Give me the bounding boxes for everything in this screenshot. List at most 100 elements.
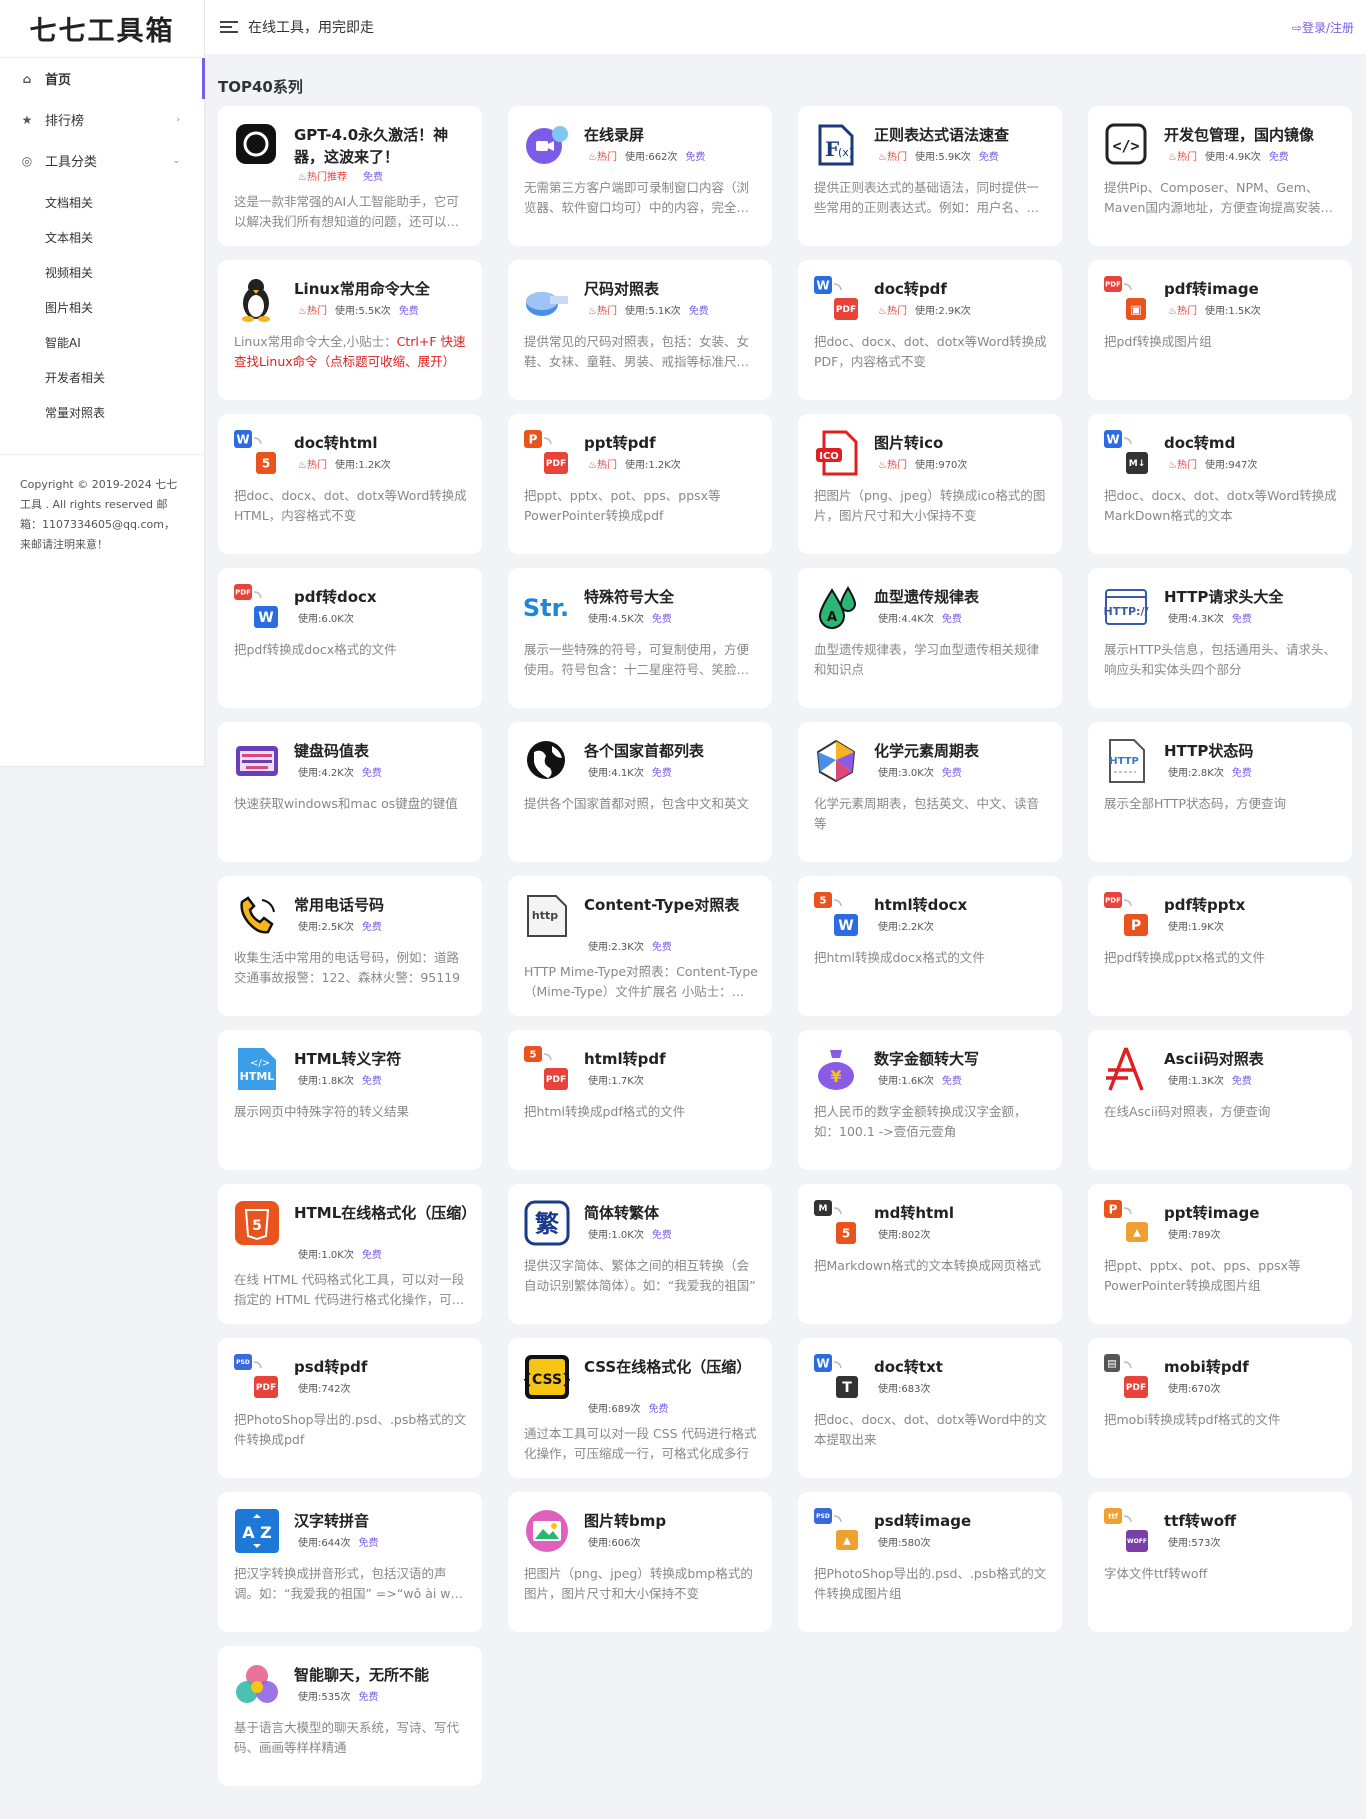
tool-title[interactable]: 简体转繁体 bbox=[584, 1202, 762, 1224]
tool-card[interactable]: 繁 简体转繁体 使用:1.0K次 免费 提供汉字简体、繁体之间的相互转换（会自动识别繁体… bbox=[508, 1184, 772, 1324]
tool-title[interactable]: CSS在线格式化（压缩） bbox=[584, 1356, 762, 1378]
tool-title[interactable]: 智能聊天，无所不能 bbox=[294, 1664, 472, 1686]
tool-description: 展示全部HTTP状态码，方便查询 bbox=[1104, 796, 1286, 811]
tool-title[interactable]: GPT-4.0永久激活！神器，这波来了！ bbox=[294, 124, 472, 168]
tool-title[interactable]: pdf转image bbox=[1164, 278, 1342, 300]
tool-meta: 使用:789次 bbox=[1168, 1226, 1220, 1241]
tool-card[interactable]: P PDF ppt转pdf ♨热门 使用:1.2K次 把ppt、pptx、pot、pps、… bbox=[508, 414, 772, 554]
sidebar-sub-item[interactable]: 图片相关 bbox=[0, 290, 204, 325]
tool-card[interactable]: HTTP HTTP状态码 使用:2.8K次 免费 展示全部HTTP状态码，方便查询 bbox=[1088, 722, 1352, 862]
sidebar-sub-item[interactable]: 文本相关 bbox=[0, 220, 204, 255]
tool-card[interactable]: 在线录屏 ♨热门 使用:662次 免费 无需第三方客户端即可录制窗口内容（浏览器、软件窗… bbox=[508, 106, 772, 246]
tool-title[interactable]: html转docx bbox=[874, 894, 1052, 916]
tool-card[interactable]: 化学元素周期表 使用:3.0K次 免费 化学元素周期表，包括英文、中文、读音等 bbox=[798, 722, 1062, 862]
tool-card[interactable]: Ascii码对照表 使用:1.3K次 免费 在线Ascii码对照表，方便查询 bbox=[1088, 1030, 1352, 1170]
tool-card[interactable]: ¥ 数字金额转大写 使用:1.6K次 免费 把人民币的数字金额转换成汉字金额，如：100… bbox=[798, 1030, 1062, 1170]
tool-card[interactable]: PSD ▲ psd转image 使用:580次 把PhotoShop导出的.psd、.p… bbox=[798, 1492, 1062, 1632]
tool-card[interactable]: GPT-4.0永久激活！神器，这波来了！ ♨热门推荐 免费 这是一款非常强的AI人工智… bbox=[218, 106, 482, 246]
tool-title[interactable]: mobi转pdf bbox=[1164, 1356, 1342, 1378]
tool-card[interactable]: 常用电话号码 使用:2.5K次 免费 收集生活中常用的电话号码，例如：道路交通事故报警… bbox=[218, 876, 482, 1016]
sidebar-sub-item[interactable]: 常量对照表 bbox=[0, 395, 204, 430]
tool-title[interactable]: HTTP请求头大全 bbox=[1164, 586, 1342, 608]
svg-text:PDF: PDF bbox=[546, 459, 566, 469]
tool-title[interactable]: 特殊符号大全 bbox=[584, 586, 762, 608]
tool-title[interactable]: 图片转bmp bbox=[584, 1510, 762, 1532]
tool-title[interactable]: 开发包管理，国内镜像 bbox=[1164, 124, 1342, 146]
tool-card[interactable]: PDF Wpdf转docx 使用:6.0K次 把pdf转换成docx格式的文件 bbox=[218, 568, 482, 708]
tool-title[interactable]: Linux常用命令大全 bbox=[294, 278, 472, 300]
tool-card[interactable]: P ▲ ppt转image 使用:789次 把ppt、pptx、pot、pps、ppsx… bbox=[1088, 1184, 1352, 1324]
tool-card[interactable]: A Z 汉字转拼音 使用:644次 免费 把汉字转换成拼音形式，包括汉语的声调。如：“我… bbox=[218, 1492, 482, 1632]
tool-title[interactable]: 化学元素周期表 bbox=[874, 740, 1052, 762]
sidebar-sub-item[interactable]: 视频相关 bbox=[0, 255, 204, 290]
tool-card[interactable]: 键盘码值表 使用:4.2K次 免费 快速获取windows和mac os键盘的键值 bbox=[218, 722, 482, 862]
tool-card[interactable]: PSD PDF psd转pdf 使用:742次 把PhotoShop导出的.psd、.p… bbox=[218, 1338, 482, 1478]
tool-card[interactable]: 5 PDF html转pdf 使用:1.7K次 把html转换成pdf格式的文件 bbox=[508, 1030, 772, 1170]
tool-title[interactable]: 数字金额转大写 bbox=[874, 1048, 1052, 1070]
tool-title[interactable]: pdf转docx bbox=[294, 586, 472, 608]
tool-title[interactable]: Ascii码对照表 bbox=[1164, 1048, 1342, 1070]
login-register-link[interactable]: ⇨登录/注册 bbox=[1292, 19, 1354, 36]
tool-title[interactable]: ppt转image bbox=[1164, 1202, 1342, 1224]
nav-ranking[interactable]: ★ 排行榜 › bbox=[0, 99, 204, 140]
tool-title[interactable]: psd转pdf bbox=[294, 1356, 472, 1378]
tool-card[interactable]: HTML </> HTML转义字符 使用:1.8K次 免费 展示网页中特殊字符的转义结果 bbox=[218, 1030, 482, 1170]
tool-title[interactable]: 常用电话号码 bbox=[294, 894, 472, 916]
tool-card[interactable]: 智能聊天，无所不能 使用:535次 免费 基于语言大模型的聊天系统，写诗、写代码、画画… bbox=[218, 1646, 482, 1786]
tool-card[interactable]: PDF ▣ pdf转image ♨热门 使用:1.5K次 把pdf转换成图片组 bbox=[1088, 260, 1352, 400]
tool-title[interactable]: 各个国家首都列表 bbox=[584, 740, 762, 762]
tool-card[interactable]: W M↓ doc转md ♨热门 使用:947次 把doc、docx、dot、dotx等Wo… bbox=[1088, 414, 1352, 554]
sidebar-sub-item[interactable]: 智能AI bbox=[0, 325, 204, 360]
tool-title[interactable]: HTML在线格式化（压缩） bbox=[294, 1202, 476, 1224]
tool-card[interactable]: A 血型遗传规律表 使用:4.4K次 免费 血型遗传规律表，学习血型遗传相关规律和知识点 bbox=[798, 568, 1062, 708]
tool-title[interactable]: 尺码对照表 bbox=[584, 278, 762, 300]
tool-title[interactable]: 图片转ico bbox=[874, 432, 1052, 454]
tool-title[interactable]: pdf转pptx bbox=[1164, 894, 1342, 916]
tool-description: 提供正则表达式的基础语法，同时提供一些常用的正则表达式。例如：用户名、密码 bbox=[814, 180, 1040, 215]
tool-title[interactable]: HTML转义字符 bbox=[294, 1048, 472, 1070]
tool-title[interactable]: html转pdf bbox=[584, 1048, 762, 1070]
tool-card[interactable]: HTTP:// HTTP请求头大全 使用:4.3K次 免费 展示HTTP头信息，包括通用… bbox=[1088, 568, 1352, 708]
tool-card[interactable]: M 5 md转html 使用:802次 把Markdown格式的文本转换成网页格式 bbox=[798, 1184, 1062, 1324]
tool-card[interactable]: ttf WOFF ttf转woff 使用:573次 字体文件ttf转woff bbox=[1088, 1492, 1352, 1632]
tool-card[interactable]: PDF Ppdf转pptx 使用:1.9K次 把pdf转换成pptx格式的文件 bbox=[1088, 876, 1352, 1016]
tool-title[interactable]: psd转image bbox=[874, 1510, 1052, 1532]
tool-title[interactable]: doc转md bbox=[1164, 432, 1342, 454]
tool-title[interactable]: 正则表达式语法速查 bbox=[874, 124, 1052, 146]
sidebar-sub-item[interactable]: 文档相关 bbox=[0, 185, 204, 220]
tool-title[interactable]: md转html bbox=[874, 1202, 1052, 1224]
tool-card[interactable]: W Tdoc转txt 使用:683次 把doc、docx、dot、dotx等Word中… bbox=[798, 1338, 1062, 1478]
tool-card[interactable]: {CSS} CSS在线格式化（压缩） 使用:689次 免费 通过本工具可以对一段 CSS… bbox=[508, 1338, 772, 1478]
tool-meta: 使用:2.3K次 免费 bbox=[588, 938, 672, 953]
tool-card[interactable]: ICO 图片转ico ♨热门 使用:970次 把图片（png、jpeg）转换成ico格式… bbox=[798, 414, 1062, 554]
tool-card[interactable]: </> 开发包管理，国内镜像 ♨热门 使用:4.9K次 免费 提供Pip、Composer… bbox=[1088, 106, 1352, 246]
tool-title[interactable]: ttf转woff bbox=[1164, 1510, 1342, 1532]
tool-title[interactable]: 在线录屏 bbox=[584, 124, 762, 146]
nav-categories[interactable]: ◎ 工具分类 ⌄ bbox=[0, 140, 204, 181]
tool-title[interactable]: 汉字转拼音 bbox=[294, 1510, 472, 1532]
menu-toggle-icon[interactable] bbox=[220, 21, 238, 33]
tool-title[interactable]: doc转txt bbox=[874, 1356, 1052, 1378]
tool-card[interactable]: Linux常用命令大全 ♨热门 使用:5.5K次 免费 Linux常用命令大全,小贴士：… bbox=[218, 260, 482, 400]
tool-card[interactable]: http Content-Type对照表 使用:2.3K次 免费 HTTP Mime-T… bbox=[508, 876, 772, 1016]
tool-card[interactable]: F (x) 正则表达式语法速查 ♨热门 使用:5.9K次 免费 提供正则表达式的基础语法，同… bbox=[798, 106, 1062, 246]
tool-title[interactable]: doc转html bbox=[294, 432, 472, 454]
tool-card[interactable]: ▤ PDF mobi转pdf 使用:670次 把mobi转换成转pdf格式的文件 bbox=[1088, 1338, 1352, 1478]
tool-title[interactable]: 血型遗传规律表 bbox=[874, 586, 1052, 608]
site-logo[interactable]: 七七工具箱 bbox=[0, 0, 204, 58]
tool-title[interactable]: ppt转pdf bbox=[584, 432, 762, 454]
tool-card[interactable]: W PDF doc转pdf ♨热门 使用:2.9K次 把doc、docx、dot、dotx… bbox=[798, 260, 1062, 400]
tool-card[interactable]: 5 Whtml转docx 使用:2.2K次 把html转换成docx格式的文件 bbox=[798, 876, 1062, 1016]
tool-card[interactable]: 各个国家首都列表 使用:4.1K次 免费 提供各个国家首都对照，包含中文和英文 bbox=[508, 722, 772, 862]
tool-card[interactable]: 尺码对照表 ♨热门 使用:5.1K次 免费 提供常见的尺码对照表，包括：女装、女鞋、女袜… bbox=[508, 260, 772, 400]
tool-card[interactable]: 图片转bmp 使用:606次 把图片（png、jpeg）转换成bmp格式的图片，图片… bbox=[508, 1492, 772, 1632]
tool-card[interactable]: W 5 doc转html ♨热门 使用:1.2K次 把doc、docx、dot、dotx等… bbox=[218, 414, 482, 554]
tool-card[interactable]: 5 HTML在线格式化（压缩） 使用:1.0K次 免费 在线 HTML 代码格式化工具，… bbox=[218, 1184, 482, 1324]
tool-title[interactable]: Content-Type对照表 bbox=[584, 894, 762, 916]
sidebar-sub-item[interactable]: 开发者相关 bbox=[0, 360, 204, 395]
tool-title[interactable]: 键盘码值表 bbox=[294, 740, 472, 762]
tool-card[interactable]: Str. 特殊符号大全 使用:4.5K次 免费 展示一些特殊的符号，可复制使用，方便使用… bbox=[508, 568, 772, 708]
nav-home[interactable]: ⌂ 首页 bbox=[0, 58, 205, 99]
tool-title[interactable]: HTTP状态码 bbox=[1164, 740, 1342, 762]
tool-title[interactable]: doc转pdf bbox=[874, 278, 1052, 300]
